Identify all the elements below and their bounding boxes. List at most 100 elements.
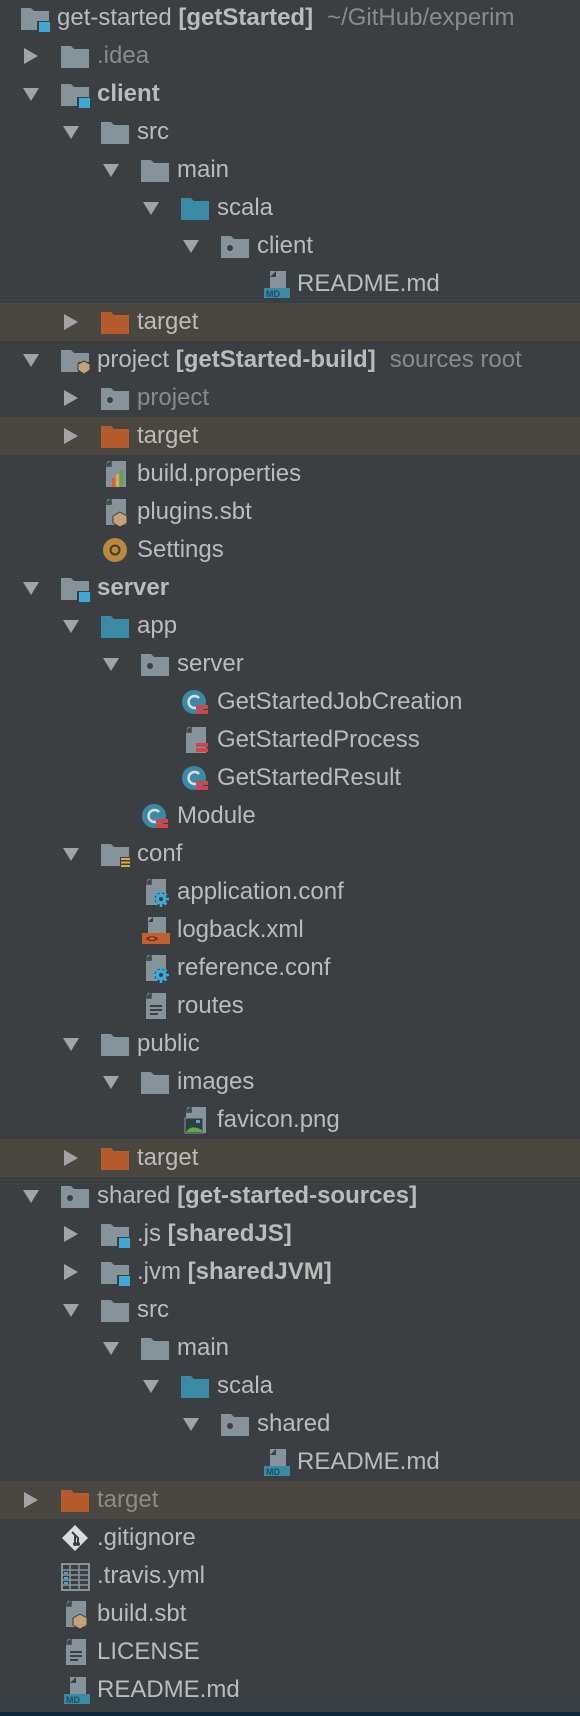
tree-row[interactable]: shared [get-started-sources] bbox=[0, 1177, 580, 1215]
tree-row[interactable]: build.sbt bbox=[0, 1595, 580, 1633]
tree-row[interactable]: src bbox=[0, 113, 580, 151]
tree-row-label: project [getStarted-build] sources root bbox=[97, 341, 522, 379]
tree-row[interactable]: public bbox=[0, 1025, 580, 1063]
chevron-down-icon[interactable] bbox=[62, 618, 80, 634]
node-name: src bbox=[137, 1296, 169, 1323]
tree-row[interactable]: app bbox=[0, 607, 580, 645]
tree-row[interactable]: main bbox=[0, 1329, 580, 1367]
node-name: build.sbt bbox=[97, 1600, 187, 1627]
chevron-down-icon[interactable] bbox=[62, 1036, 80, 1052]
node-name: routes bbox=[177, 992, 244, 1019]
chevron-right-icon[interactable] bbox=[62, 390, 80, 406]
tree-row[interactable]: target bbox=[0, 417, 580, 455]
chevron-right-icon[interactable] bbox=[62, 1226, 80, 1242]
folder-icon bbox=[60, 42, 92, 70]
tree-row[interactable]: target bbox=[0, 1481, 580, 1519]
tree-row[interactable]: project bbox=[0, 379, 580, 417]
tree-row[interactable]: .js [sharedJS] bbox=[0, 1215, 580, 1253]
node-name: LICENSE bbox=[97, 1638, 200, 1665]
node-name: favicon.png bbox=[217, 1106, 340, 1133]
tree-row[interactable]: GetStartedProcess bbox=[0, 721, 580, 759]
tree-row[interactable]: Module bbox=[0, 797, 580, 835]
chevron-down-icon[interactable] bbox=[22, 352, 40, 368]
node-hint: sources root bbox=[389, 346, 522, 373]
sbt-file-icon bbox=[100, 498, 132, 528]
tree-row[interactable]: target bbox=[0, 303, 580, 341]
chevron-down-icon[interactable] bbox=[62, 124, 80, 140]
tree-row[interactable]: client bbox=[0, 227, 580, 265]
tree-row-label: main bbox=[177, 1329, 229, 1367]
yaml-file-icon bbox=[60, 1562, 92, 1591]
tree-row[interactable]: MD README.md bbox=[0, 1443, 580, 1481]
chevron-down-icon[interactable] bbox=[62, 846, 80, 862]
chevron-right-icon[interactable] bbox=[22, 1492, 40, 1508]
chevron-down-icon[interactable] bbox=[102, 162, 120, 178]
svg-text:MD: MD bbox=[266, 1467, 280, 1477]
chevron-down-icon[interactable] bbox=[102, 1340, 120, 1356]
tree-row-label: GetStartedProcess bbox=[217, 721, 420, 759]
chevron-down-icon[interactable] bbox=[182, 238, 200, 254]
tree-row[interactable]: plugins.sbt bbox=[0, 493, 580, 531]
tree-row-label: plugins.sbt bbox=[137, 493, 252, 531]
tree-row-label: images bbox=[177, 1063, 254, 1101]
tree-row[interactable]: favicon.png bbox=[0, 1101, 580, 1139]
tree-row-label: routes bbox=[177, 987, 244, 1025]
tree-row-label: client bbox=[97, 75, 160, 113]
chevron-down-icon[interactable] bbox=[102, 1074, 120, 1090]
tree-row[interactable]: LICENSE bbox=[0, 1633, 580, 1671]
chevron-down-icon[interactable] bbox=[22, 1188, 40, 1204]
tree-row[interactable]: server bbox=[0, 569, 580, 607]
chevron-down-icon[interactable] bbox=[22, 86, 40, 102]
resources-folder-icon bbox=[100, 840, 132, 868]
tree-row[interactable]: scala bbox=[0, 189, 580, 227]
node-name: scala bbox=[217, 194, 274, 221]
tree-row[interactable]: MD README.md bbox=[0, 1671, 580, 1709]
tree-row-label: .idea bbox=[97, 37, 149, 75]
tree-row[interactable]: build.properties bbox=[0, 455, 580, 493]
chevron-down-icon[interactable] bbox=[182, 1416, 200, 1432]
tree-row[interactable]: Settings bbox=[0, 531, 580, 569]
tree-row[interactable]: <> logback.xml bbox=[0, 911, 580, 949]
tree-row-label: GetStartedJobCreation bbox=[217, 683, 462, 721]
chevron-right-icon[interactable] bbox=[62, 314, 80, 330]
chevron-down-icon[interactable] bbox=[102, 656, 120, 672]
tree-row-label: .gitignore bbox=[97, 1519, 196, 1557]
tree-row[interactable]: src bbox=[0, 1291, 580, 1329]
image-file-icon bbox=[180, 1106, 212, 1134]
tree-row[interactable]: main bbox=[0, 151, 580, 189]
tree-row[interactable]: GetStartedJobCreation bbox=[0, 683, 580, 721]
tree-row[interactable]: .idea bbox=[0, 37, 580, 75]
chevron-down-icon[interactable] bbox=[62, 1302, 80, 1318]
tree-row[interactable]: GetStartedResult bbox=[0, 759, 580, 797]
folder-icon bbox=[100, 118, 132, 146]
tree-row[interactable]: conf bbox=[0, 835, 580, 873]
tree-row[interactable]: routes bbox=[0, 987, 580, 1025]
tree-row[interactable]: server bbox=[0, 645, 580, 683]
chevron-down-icon[interactable] bbox=[142, 1378, 160, 1394]
chevron-down-icon[interactable] bbox=[142, 200, 160, 216]
tree-row[interactable]: project [getStarted-build] sources root bbox=[0, 341, 580, 379]
tree-row[interactable]: images bbox=[0, 1063, 580, 1101]
tree-row[interactable]: get-started [getStarted] ~/GitHub/experim bbox=[0, 0, 580, 37]
tree-row[interactable]: application.conf bbox=[0, 873, 580, 911]
tree-row-label: Settings bbox=[137, 531, 224, 569]
tree-row[interactable]: .gitignore bbox=[0, 1519, 580, 1557]
tree-row[interactable]: .jvm [sharedJVM] bbox=[0, 1253, 580, 1291]
project-tree[interactable]: get-started [getStarted] ~/GitHub/experim… bbox=[0, 0, 580, 1709]
tree-row[interactable]: shared bbox=[0, 1405, 580, 1443]
tree-row-label: reference.conf bbox=[177, 949, 330, 987]
chevron-right-icon[interactable] bbox=[62, 1150, 80, 1166]
node-name: README.md bbox=[97, 1676, 240, 1703]
tree-row-label: scala bbox=[217, 1367, 273, 1405]
chevron-right-icon[interactable] bbox=[62, 428, 80, 444]
tree-row[interactable]: client bbox=[0, 75, 580, 113]
tree-row[interactable]: scala bbox=[0, 1367, 580, 1405]
chevron-right-icon[interactable] bbox=[22, 48, 40, 64]
chevron-right-icon[interactable] bbox=[62, 1264, 80, 1280]
tree-row[interactable]: reference.conf bbox=[0, 949, 580, 987]
tree-row[interactable]: .travis.yml bbox=[0, 1557, 580, 1595]
tree-row[interactable]: target bbox=[0, 1139, 580, 1177]
chevron-down-icon[interactable] bbox=[22, 580, 40, 596]
tree-row[interactable]: MD README.md bbox=[0, 265, 580, 303]
text-file-icon bbox=[60, 1638, 92, 1666]
